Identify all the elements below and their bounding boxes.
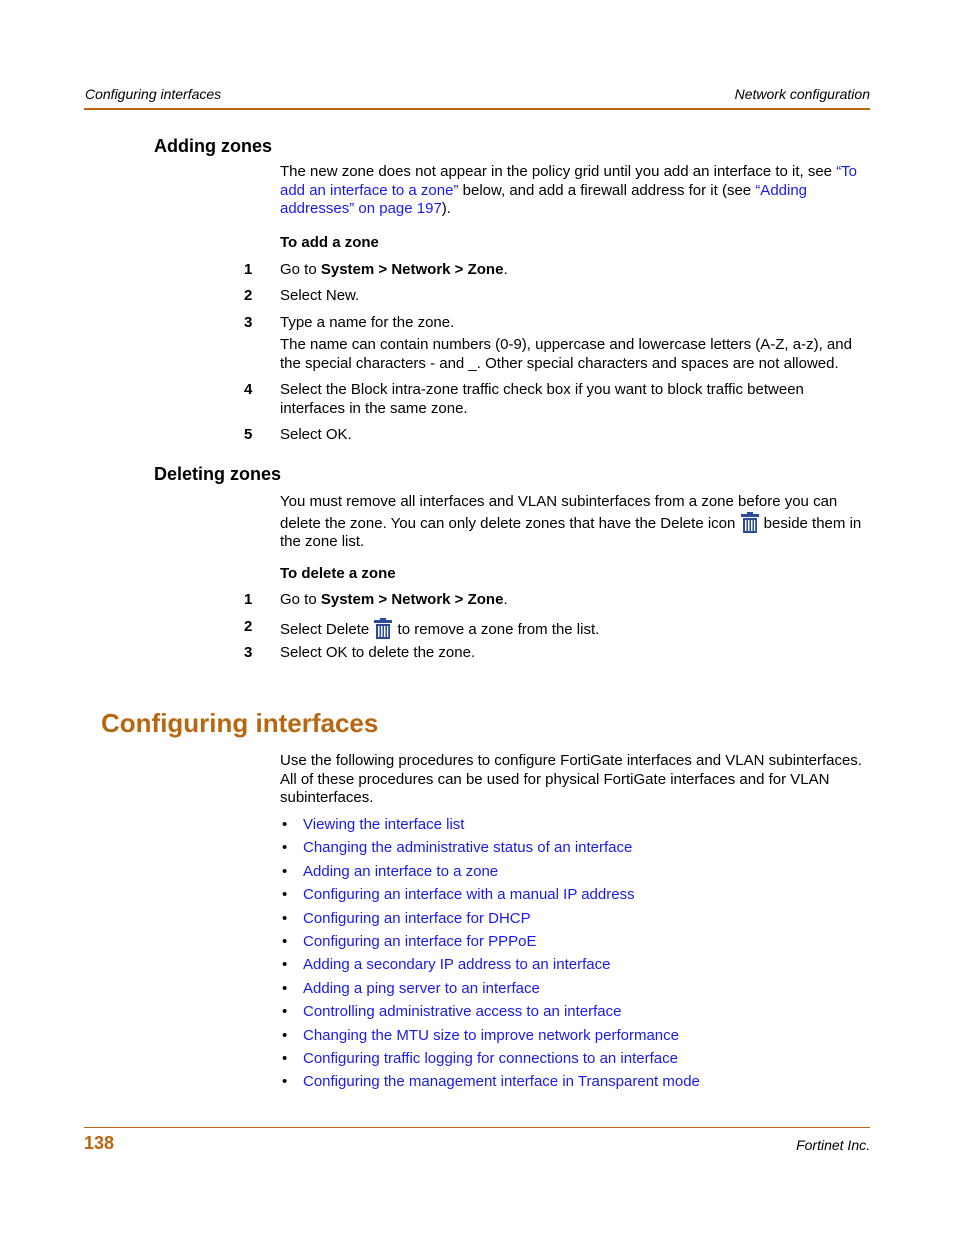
bullet-marker: • (282, 910, 288, 927)
procedure-link[interactable]: Adding an interface to a zone (303, 863, 498, 880)
procedure-link[interactable]: Changing the administrative status of an… (303, 839, 632, 856)
procedure-link[interactable]: Configuring the management interface in … (303, 1073, 700, 1090)
procedure-link[interactable]: Configuring an interface for PPPoE (303, 933, 536, 950)
bullet-marker: • (282, 839, 288, 856)
step-text: Go to System > Network > Zone. (280, 591, 508, 608)
procedure-link[interactable]: Configuring an interface for DHCP (303, 910, 531, 927)
bullet-marker: • (282, 886, 288, 903)
step-number: 1 (244, 591, 253, 608)
page-number: 138 (84, 1133, 115, 1153)
bullet-marker: • (282, 980, 288, 997)
adding-zones-heading: Adding zones (154, 136, 272, 156)
step-number: 2 (244, 618, 253, 635)
deleting-zones-intro: You must remove all interfaces and VLAN … (280, 493, 862, 551)
running-header-left: Configuring interfaces (85, 86, 222, 102)
procedure-link[interactable]: Adding a ping server to an interface (303, 980, 540, 997)
procedure-link[interactable]: Adding a secondary IP address to an inte… (303, 956, 610, 973)
step-text: Select OK. (280, 426, 352, 443)
procedure-link[interactable]: Controlling administrative access to an … (303, 1003, 622, 1020)
step-number: 3 (244, 314, 253, 331)
step-text: Select the Block intra-zone traffic chec… (280, 381, 804, 417)
trash-icon (374, 618, 393, 639)
footer-company: Fortinet Inc. (796, 1137, 870, 1153)
procedure-title-add-zone: To add a zone (280, 234, 379, 251)
bullet-marker: • (282, 816, 288, 833)
step-text: Select Delete to remove a zone from the … (280, 618, 870, 640)
header-rule (84, 108, 870, 110)
procedure-link[interactable]: Configuring traffic logging for connecti… (303, 1050, 678, 1067)
bullet-marker: • (282, 1027, 288, 1044)
step-number: 2 (244, 287, 253, 304)
step-text: Select OK to delete the zone. (280, 644, 476, 661)
step-text: Go to System > Network > Zone. (280, 261, 508, 278)
procedure-link[interactable]: Viewing the interface list (303, 816, 464, 833)
footer-rule (84, 1127, 870, 1128)
bullet-marker: • (282, 1073, 288, 1090)
trash-icon (740, 511, 759, 533)
procedure-link[interactable]: Configuring an interface with a manual I… (303, 886, 635, 903)
step-number: 1 (244, 261, 253, 278)
procedure-title-delete-zone: To delete a zone (280, 565, 396, 582)
running-header-right: Network configuration (734, 86, 870, 102)
bullet-marker: • (282, 863, 288, 880)
procedure-link[interactable]: Changing the MTU size to improve network… (303, 1027, 679, 1044)
step-number: 4 (244, 381, 253, 398)
step-number: 3 (244, 644, 253, 661)
bullet-marker: • (282, 1003, 288, 1020)
deleting-zones-heading: Deleting zones (154, 464, 282, 484)
bullet-marker: • (282, 1050, 288, 1067)
step-note: The name can contain numbers (0-9), uppe… (280, 336, 852, 372)
bullet-marker: • (282, 956, 288, 973)
step-text: Type a name for the zone. (280, 314, 455, 331)
adding-zones-intro: The new zone does not appear in the poli… (280, 163, 858, 218)
step-number: 5 (244, 426, 253, 443)
bullet-marker: • (282, 933, 288, 950)
configuring-interfaces-heading: Configuring interfaces (101, 708, 379, 738)
configuring-interfaces-intro: Use the following procedures to configur… (280, 752, 862, 807)
step-text: Select New. (280, 287, 360, 304)
